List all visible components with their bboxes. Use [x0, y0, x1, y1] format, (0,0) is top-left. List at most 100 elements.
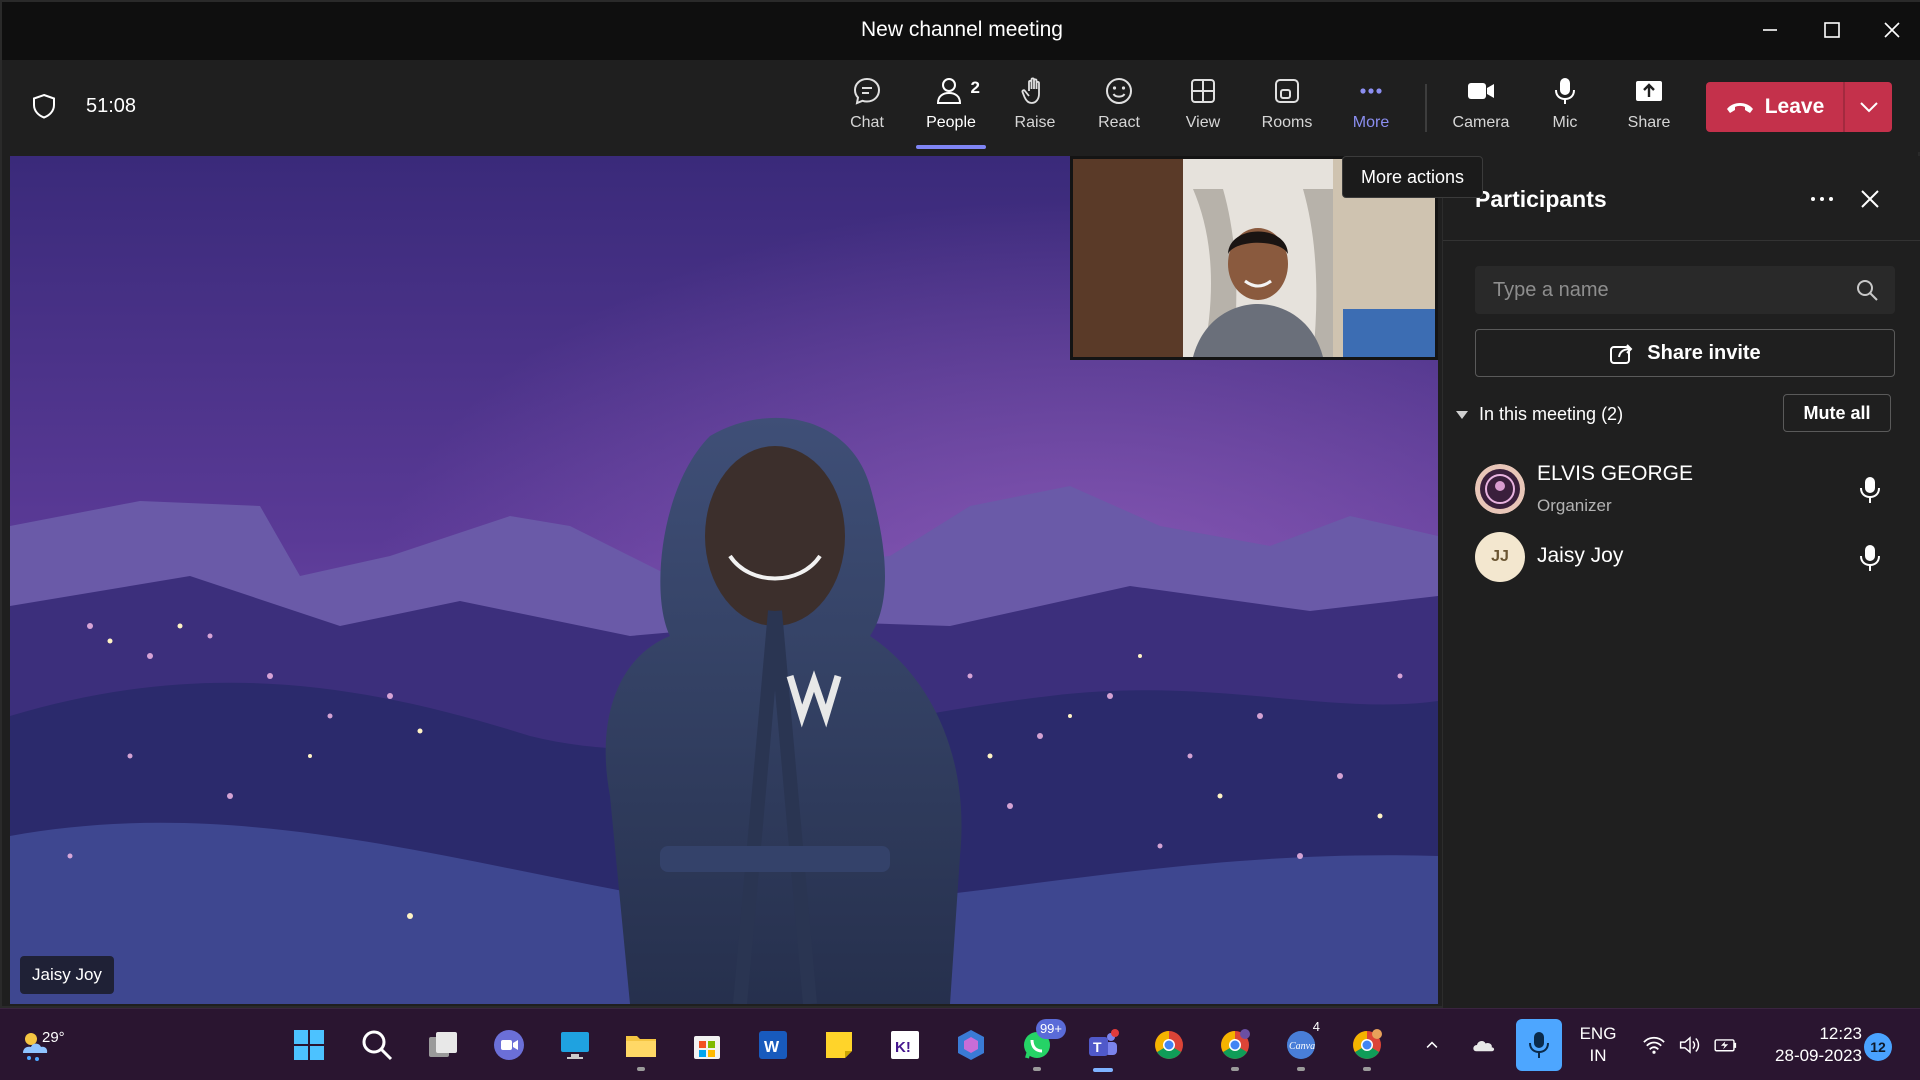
teams-chat-app[interactable] [482, 1017, 536, 1073]
participant-search [1475, 266, 1895, 314]
weather-widget[interactable]: 29° [8, 1017, 65, 1073]
clock-time: 12:23 [1819, 1024, 1862, 1043]
hang-up-icon [1726, 103, 1753, 113]
chat-button[interactable]: Chat [825, 72, 909, 146]
language-code: ENG [1579, 1024, 1617, 1043]
copilot-app[interactable] [944, 1017, 998, 1073]
more-actions-button[interactable]: More [1329, 72, 1413, 146]
chrome-profile-app[interactable] [1208, 1017, 1262, 1073]
clock-button[interactable]: 12:23 28-09-2023 [1752, 1023, 1862, 1067]
search-input[interactable] [1475, 266, 1845, 314]
kahoot-app[interactable]: K! [878, 1017, 932, 1073]
svg-text:T: T [1093, 1039, 1102, 1055]
teams-meeting-window: New channel meeting 51:08 Chat 2 People … [0, 0, 1920, 1008]
svg-text:W: W [764, 1039, 780, 1056]
leave-button[interactable]: Leave [1706, 82, 1843, 132]
close-icon [1861, 190, 1879, 208]
camera-icon [1468, 83, 1494, 99]
people-icon [936, 78, 962, 104]
task-view-icon [429, 1032, 457, 1057]
search-icon [1857, 280, 1878, 301]
react-icon [1106, 78, 1132, 104]
sticky-note-icon [826, 1032, 852, 1058]
store-icon [694, 1036, 720, 1059]
cloud-icon [1473, 1040, 1495, 1052]
running-indicator [1231, 1067, 1239, 1071]
rooms-icon [1275, 79, 1299, 103]
section-label: In this meeting (2) [1479, 404, 1624, 424]
share-invite-icon [1610, 344, 1633, 364]
raise-hand-button[interactable]: Raise [993, 72, 1077, 146]
close-window-button[interactable] [1868, 10, 1916, 50]
canva-app[interactable]: Canva 4 [1274, 1017, 1328, 1073]
share-button[interactable]: Share [1607, 72, 1691, 146]
remote-desktop-app[interactable] [548, 1017, 602, 1073]
participant-row[interactable]: JJ Jaisy Joy [1443, 522, 1920, 592]
search-button[interactable] [350, 1017, 404, 1073]
teams-icon: T [1089, 1029, 1119, 1056]
view-button[interactable]: View [1161, 72, 1245, 146]
canva-badge: 4 [1312, 1019, 1320, 1034]
people-button[interactable]: 2 People [909, 72, 993, 146]
panel-divider [1443, 240, 1920, 241]
shield-icon [33, 93, 55, 119]
wifi-button[interactable] [1634, 1017, 1674, 1073]
title-bar: New channel meeting [2, 2, 1920, 60]
folder-icon [626, 1036, 656, 1057]
chrome-app[interactable] [1142, 1017, 1196, 1073]
maximize-button[interactable] [1808, 10, 1856, 50]
panel-more-button[interactable] [1805, 182, 1839, 216]
chevron-up-icon [1426, 1041, 1438, 1048]
svg-text:K!: K! [895, 1039, 911, 1056]
rooms-button[interactable]: Rooms [1245, 72, 1329, 146]
input-language-button[interactable]: ENG IN [1570, 1023, 1626, 1067]
running-indicator [1363, 1067, 1371, 1071]
more-icon [1360, 88, 1382, 94]
mute-all-button[interactable]: Mute all [1783, 394, 1891, 432]
share-invite-button[interactable]: Share invite [1475, 329, 1895, 377]
file-explorer-app[interactable] [614, 1017, 668, 1073]
running-indicator [1033, 1067, 1041, 1071]
onedrive-button[interactable] [1464, 1017, 1504, 1073]
share-icon [1636, 81, 1662, 101]
participant-name: Jaisy Joy [1537, 544, 1624, 567]
mic-button[interactable]: Mic [1523, 72, 1607, 146]
minimize-icon [1763, 29, 1777, 31]
wifi-icon [1643, 1036, 1665, 1054]
mic-in-use-indicator[interactable] [1516, 1019, 1562, 1071]
caret-down-icon [1456, 410, 1468, 419]
leave-button-group: Leave [1706, 82, 1892, 132]
react-button[interactable]: React [1077, 72, 1161, 146]
meeting-timer: 51:08 [86, 95, 137, 117]
volume-button[interactable] [1670, 1017, 1710, 1073]
view-icon [1191, 79, 1215, 103]
mic-icon [1860, 545, 1880, 571]
in-meeting-section-toggle[interactable]: In this meeting (2) [1455, 404, 1623, 425]
camera-button[interactable]: Camera [1439, 72, 1523, 146]
word-app[interactable]: W [746, 1017, 800, 1073]
chrome-second-profile-app[interactable] [1340, 1017, 1394, 1073]
whatsapp-app[interactable]: 99+ [1010, 1017, 1066, 1073]
running-indicator [1297, 1067, 1305, 1071]
chrome-icon [1221, 1029, 1250, 1059]
chat-app-icon [494, 1030, 524, 1060]
leave-options-button[interactable] [1845, 82, 1892, 132]
clock-date: 28-09-2023 [1775, 1046, 1862, 1065]
minimize-button[interactable] [1746, 10, 1794, 50]
mic-icon [1529, 1032, 1549, 1058]
task-view-button[interactable] [416, 1017, 470, 1073]
panel-close-button[interactable] [1853, 182, 1887, 216]
toolbar-divider [1425, 84, 1427, 132]
active-tab-indicator [916, 145, 986, 149]
start-button[interactable] [282, 1017, 336, 1073]
notification-badge[interactable]: 12 [1864, 1033, 1892, 1061]
microsoft-store-app[interactable] [680, 1017, 734, 1073]
sticky-notes-app[interactable] [812, 1017, 866, 1073]
participant-row[interactable]: ELVIS GEORGE Organizer [1443, 454, 1920, 524]
running-indicator [637, 1067, 645, 1071]
kahoot-icon: K! [891, 1031, 919, 1059]
battery-button[interactable] [1706, 1017, 1746, 1073]
teams-app[interactable]: T [1076, 1017, 1130, 1073]
search-icon [362, 1030, 393, 1061]
show-hidden-icons-button[interactable] [1414, 1017, 1450, 1073]
